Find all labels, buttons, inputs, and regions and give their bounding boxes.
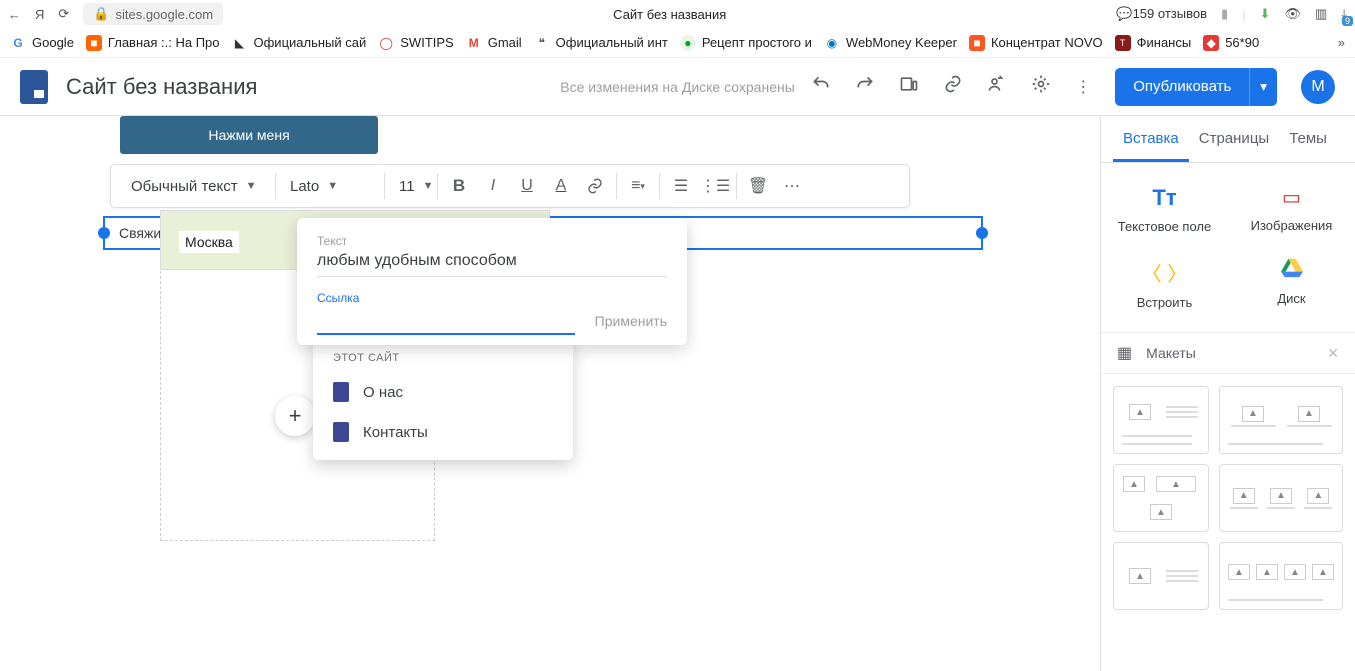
resize-handle-right[interactable] xyxy=(976,227,988,239)
map-city-label: Москва xyxy=(179,231,239,253)
tab-themes[interactable]: Темы xyxy=(1279,116,1337,162)
extension-icon[interactable]: ▥ xyxy=(1315,6,1327,22)
delete-button[interactable]: 🗑 xyxy=(741,169,775,203)
more-options-button[interactable]: ⋯ xyxy=(775,169,809,203)
layout-option-2[interactable]: ▲▲ xyxy=(1219,386,1343,454)
preview-icon[interactable] xyxy=(899,74,919,99)
bookmark-webmoney[interactable]: ◉WebMoney Keeper xyxy=(824,35,957,51)
insert-link-button[interactable] xyxy=(578,169,612,203)
suggestions-header: ЭТОТ САЙТ xyxy=(313,348,573,372)
eye-icon[interactable]: 👁 xyxy=(1284,6,1301,22)
bookmarks-overflow-icon[interactable]: » xyxy=(1338,35,1345,50)
chevron-down-icon: ▼ xyxy=(327,180,338,192)
chevron-down-icon: ▼ xyxy=(423,180,434,192)
host-text: sites.google.com xyxy=(115,7,213,22)
link-text-value[interactable]: любым удобным способом xyxy=(317,252,667,277)
insert-drive[interactable]: Диск xyxy=(1228,246,1355,322)
tab-pages[interactable]: Страницы xyxy=(1189,116,1279,162)
link-label: Ссылка xyxy=(317,291,667,305)
sidebar-tabs: Вставка Страницы Темы xyxy=(1101,116,1355,163)
page-icon xyxy=(333,422,349,442)
layouts-icon: ▦ xyxy=(1117,343,1132,363)
download-arrow-icon[interactable]: ⬇ xyxy=(1260,6,1271,22)
text-label: Текст xyxy=(317,234,667,248)
text-color-button[interactable]: A xyxy=(544,169,578,203)
more-icon[interactable]: ⋮ xyxy=(1075,77,1091,97)
layouts-section-header[interactable]: ▦ Макеты ✕ xyxy=(1101,332,1355,374)
reviews-badge[interactable]: 💬159 отзывов xyxy=(1116,6,1207,22)
share-icon[interactable] xyxy=(987,74,1007,99)
text-style-select[interactable]: Обычный текст▼ xyxy=(121,178,271,195)
suggestion-about[interactable]: О нас xyxy=(313,372,573,412)
chevron-down-icon: ▼ xyxy=(246,180,257,192)
suggestion-contacts[interactable]: Контакты xyxy=(313,412,573,452)
url-bar[interactable]: 🔒 sites.google.com xyxy=(83,3,223,25)
insert-images[interactable]: ▭ Изображения xyxy=(1228,173,1355,246)
canvas-area[interactable]: Нажми меня Обычный текст▼ Lato▼ 11▼ B I … xyxy=(0,116,1100,671)
bold-button[interactable]: B xyxy=(442,169,476,203)
tab-insert[interactable]: Вставка xyxy=(1113,116,1189,162)
embed-icon: 〈 〉 xyxy=(1142,258,1188,287)
yandex-icon[interactable]: Я xyxy=(35,7,44,22)
link-icon[interactable] xyxy=(943,74,963,99)
layouts-grid: ▲ ▲▲ ▲▲▲ ▲▲▲ ▲ ▲▲▲▲ xyxy=(1101,374,1355,622)
apply-link-button[interactable]: Применить xyxy=(595,313,667,329)
bookmark-google[interactable]: GGoogle xyxy=(10,35,74,51)
underline-button[interactable]: U xyxy=(510,169,544,203)
link-suggestions-dropdown: ЭТОТ САЙТ О нас Контакты xyxy=(313,336,573,460)
page-icon xyxy=(333,382,349,402)
italic-button[interactable]: I xyxy=(476,169,510,203)
add-section-button[interactable]: + xyxy=(275,396,315,436)
insert-text-box[interactable]: Tᴛ Текстовое поле xyxy=(1101,173,1228,246)
bookmark-finance[interactable]: ТФинансы xyxy=(1115,35,1192,51)
close-icon[interactable]: ✕ xyxy=(1327,345,1339,362)
bullet-list-button[interactable]: ⋮☰ xyxy=(698,169,732,203)
redo-icon[interactable] xyxy=(855,74,875,99)
layout-option-4[interactable]: ▲▲▲ xyxy=(1219,464,1343,532)
bookmark-home[interactable]: ■Главная :.: На Про xyxy=(86,35,220,51)
link-url-input[interactable] xyxy=(317,307,575,335)
resize-handle-left[interactable] xyxy=(98,227,110,239)
numbered-list-button[interactable]: ☰ xyxy=(664,169,698,203)
image-icon: ▭ xyxy=(1282,185,1301,210)
bookmark-novo[interactable]: ■Концентрат NOVO xyxy=(969,35,1103,51)
downloads-icon[interactable]: ⤓9 xyxy=(1341,6,1347,22)
avatar[interactable]: M xyxy=(1301,70,1335,104)
font-select[interactable]: Lato▼ xyxy=(280,178,380,195)
app-header: Сайт без названия Все изменения на Диске… xyxy=(0,58,1355,116)
back-button[interactable]: ← xyxy=(8,7,21,22)
layout-option-1[interactable]: ▲ xyxy=(1113,386,1209,454)
bookmark-official2[interactable]: ❝Официальный инт xyxy=(534,35,668,51)
insert-embed[interactable]: 〈 〉 Встроить xyxy=(1101,246,1228,322)
bookmark-5690[interactable]: ◆56*90 xyxy=(1203,35,1259,51)
align-button[interactable]: ≡▾ xyxy=(621,169,655,203)
tab-title: Сайт без названия xyxy=(237,7,1102,22)
right-sidebar: Вставка Страницы Темы Tᴛ Текстовое поле … xyxy=(1100,116,1355,671)
text-box-icon: Tᴛ xyxy=(1152,185,1176,211)
bookmark-switips[interactable]: ◯SWITIPS xyxy=(378,35,453,51)
drive-icon xyxy=(1281,258,1303,283)
layout-option-6[interactable]: ▲▲▲▲ xyxy=(1219,542,1343,610)
reload-button[interactable]: ⟳ xyxy=(58,6,69,22)
cta-button[interactable]: Нажми меня xyxy=(120,116,378,154)
site-title[interactable]: Сайт без названия xyxy=(66,74,257,100)
settings-icon[interactable] xyxy=(1031,74,1051,99)
layout-option-5[interactable]: ▲ xyxy=(1113,542,1209,610)
bookmark-icon[interactable]: ▮ xyxy=(1221,6,1228,22)
save-status: Все изменения на Диске сохранены xyxy=(560,79,795,95)
lock-icon: 🔒 xyxy=(93,6,109,22)
browser-nav-bar: ← Я ⟳ 🔒 sites.google.com Сайт без назван… xyxy=(0,0,1355,28)
bookmarks-bar: GGoogle ■Главная :.: На Про ◣Официальный… xyxy=(0,28,1355,58)
bookmark-gmail[interactable]: MGmail xyxy=(466,35,522,51)
publish-button[interactable]: Опубликовать ▾ xyxy=(1115,68,1277,106)
link-edit-popup: Текст любым удобным способом Ссылка Прим… xyxy=(297,218,687,345)
font-size-select[interactable]: 11▼ xyxy=(389,178,433,195)
layout-option-3[interactable]: ▲▲▲ xyxy=(1113,464,1209,532)
bookmark-official1[interactable]: ◣Официальный сай xyxy=(232,35,367,51)
bookmark-recipe[interactable]: ●Рецепт простого и xyxy=(680,35,812,51)
sites-logo-icon[interactable] xyxy=(20,70,48,104)
undo-icon[interactable] xyxy=(811,74,831,99)
publish-dropdown-icon[interactable]: ▾ xyxy=(1249,68,1277,106)
text-format-toolbar: Обычный текст▼ Lato▼ 11▼ B I U A ≡▾ ☰ ⋮☰… xyxy=(110,164,910,208)
